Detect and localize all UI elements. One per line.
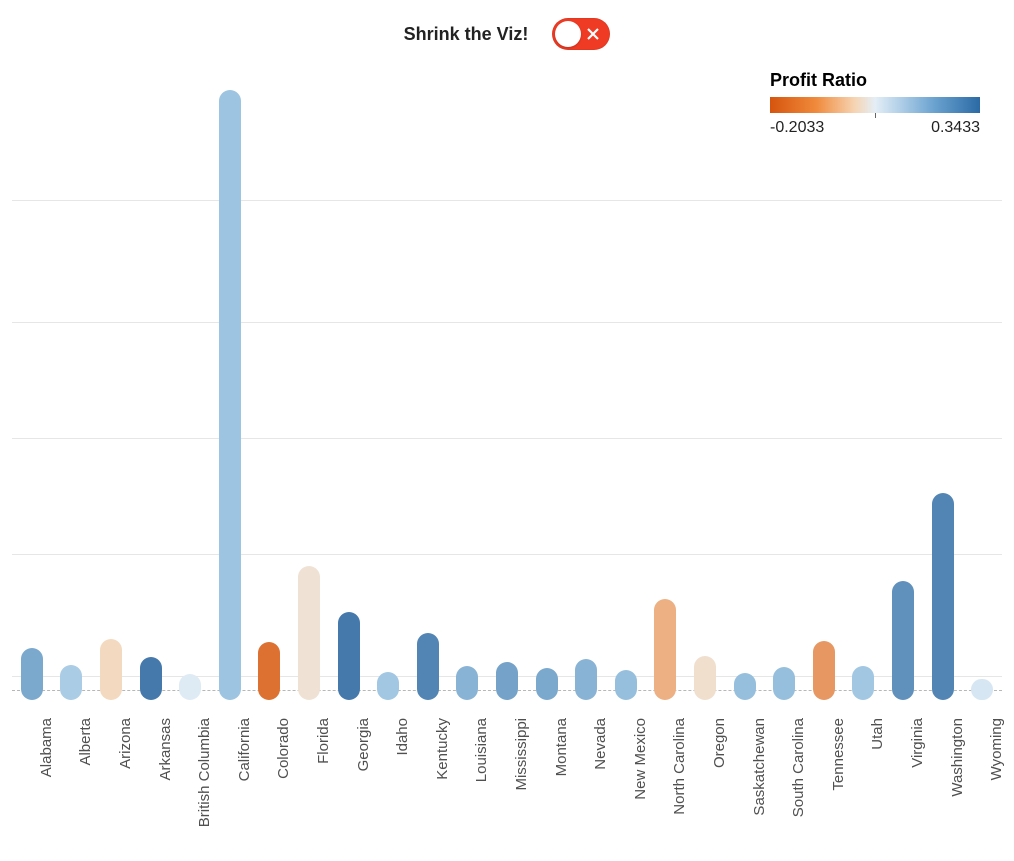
x-tick-label: New Mexico [632,718,649,800]
bar[interactable] [179,674,201,700]
bar[interactable] [60,665,82,700]
bar[interactable] [734,673,756,700]
x-tick-label: Alabama [38,718,55,777]
bar[interactable] [971,679,993,700]
x-tick-label: Arkansas [157,718,174,781]
bar[interactable] [21,648,43,700]
shrink-toggle[interactable] [552,18,610,50]
x-tick-label: Colorado [275,718,292,779]
x-tick-label: Wyoming [988,718,1005,780]
x-axis: Alabama Alberta Arizona Arkansas British Col… [12,710,1002,850]
bar[interactable] [338,612,360,700]
x-tick-label: Florida [315,718,332,764]
x-tick-label: North Carolina [671,718,688,815]
x-tick-label: Utah [869,718,886,750]
bar[interactable] [258,642,280,700]
header-title: Shrink the Viz! [404,24,529,45]
bar[interactable] [932,493,954,700]
bar[interactable] [575,659,597,700]
bar[interactable] [456,666,478,700]
x-tick-label: Mississippi [513,718,530,791]
bar[interactable] [298,566,320,700]
x-tick-label: Washington [949,718,966,797]
bar[interactable] [654,599,676,700]
bar[interactable] [496,662,518,700]
x-tick-label: Tennessee [830,718,847,791]
x-tick-label: Virginia [909,718,926,768]
bar[interactable] [417,633,439,700]
plot-area [12,90,1002,700]
x-tick-label: Idaho [394,718,411,756]
x-tick-label: Montana [553,718,570,776]
x-tick-label: Arizona [117,718,134,769]
bar[interactable] [536,668,558,700]
x-tick-label: Kentucky [434,718,451,780]
x-tick-label: Louisiana [473,718,490,782]
bar[interactable] [140,657,162,700]
x-tick-label: California [236,718,253,781]
bar[interactable] [377,672,399,700]
x-tick-label: Oregon [711,718,728,768]
x-tick-label: Saskatchewan [751,718,768,816]
bar[interactable] [773,667,795,700]
x-tick-label: Nevada [592,718,609,770]
bar[interactable] [694,656,716,700]
toggle-knob [555,21,581,47]
x-tick-label: South Carolina [790,718,807,817]
bar[interactable] [100,639,122,700]
x-tick-label: Alberta [77,718,94,766]
close-icon [586,27,600,41]
x-tick-label: British Columbia [196,718,213,827]
bar[interactable] [852,666,874,700]
x-tick-label: Georgia [355,718,372,771]
bar[interactable] [813,641,835,700]
legend-title: Profit Ratio [770,70,980,91]
header: Shrink the Viz! [0,18,1014,50]
bar[interactable] [615,670,637,701]
bar[interactable] [219,90,241,700]
bars-container [12,90,1002,700]
bar[interactable] [892,581,914,700]
